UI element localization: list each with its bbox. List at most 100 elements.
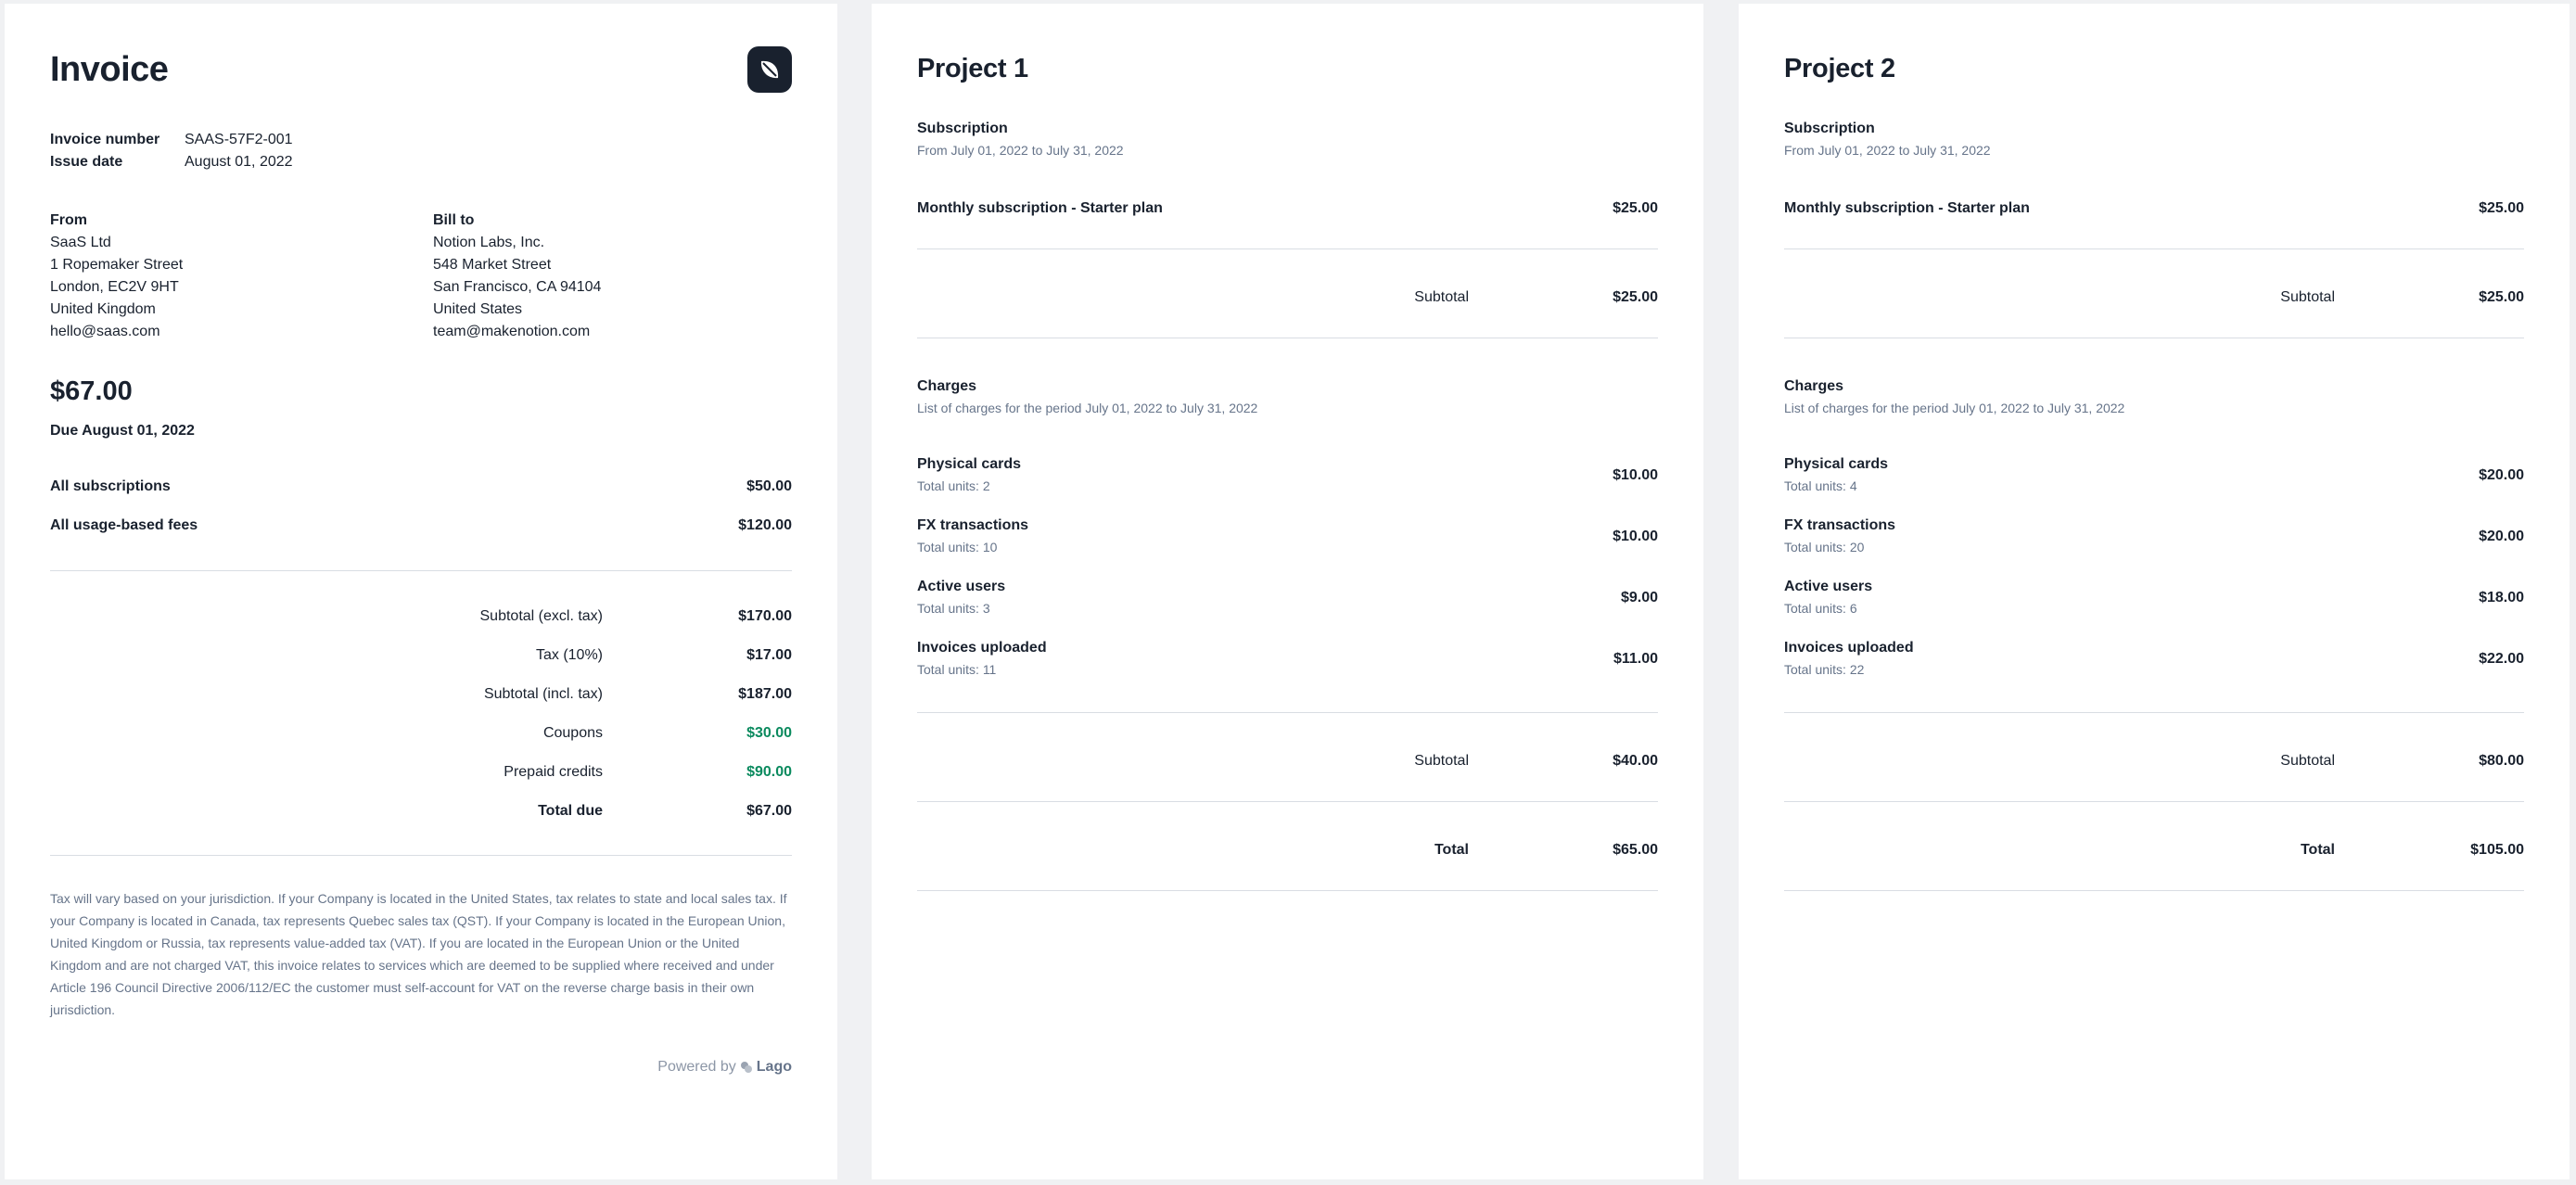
- subtotal-value: $40.00: [1613, 753, 1658, 769]
- divider: [1784, 712, 2524, 713]
- totals-value: $187.00: [738, 686, 792, 702]
- charge-name: Physical cards: [1784, 456, 1889, 472]
- charge-units: Total units: 4: [1784, 478, 1857, 493]
- subscription-item-label: Monthly subscription - Starter plan: [1784, 200, 2030, 216]
- powered-by: Powered by Lago: [657, 1059, 792, 1076]
- line-label: All subscriptions: [50, 478, 171, 494]
- subtotal-value: $25.00: [2479, 289, 2524, 305]
- charge-units: Total units: 10: [917, 540, 998, 554]
- divider: [917, 248, 1658, 249]
- leaf-icon: [760, 60, 779, 79]
- charge-amount: $20.00: [2479, 529, 2524, 544]
- invoice-title: Invoice: [50, 50, 169, 89]
- totals-label: Tax (10%): [535, 647, 603, 663]
- bill-to-line: Notion Labs, Inc.: [433, 235, 545, 250]
- subscription-title: Subscription: [917, 121, 1008, 136]
- tax-note: Tax will vary based on your jurisdiction…: [50, 891, 787, 1017]
- bill-to-line: 548 Market Street: [433, 257, 552, 273]
- project-page: Project 1 Subscription From July 01, 202…: [872, 4, 1703, 1179]
- charge-amount: $10.00: [1613, 467, 1658, 483]
- project-page: Project 2 Subscription From July 01, 202…: [1739, 4, 2570, 1179]
- charge-item: Active users Total units: 6 $18.00: [1784, 579, 2524, 619]
- charge-item: FX transactions Total units: 10 $10.00: [917, 517, 1658, 558]
- due-date: Due August 01, 2022: [50, 423, 195, 439]
- charge-amount: $18.00: [2479, 590, 2524, 605]
- subtotal-value: $80.00: [2479, 753, 2524, 769]
- charges-title: Charges: [1784, 378, 1844, 394]
- charge-units: Total units: 6: [1784, 601, 1857, 616]
- charge-name: FX transactions: [1784, 517, 1896, 533]
- total-label: Total: [1434, 842, 1469, 858]
- from-line: London, EC2V 9HT: [50, 279, 179, 295]
- charges-title: Charges: [917, 378, 977, 394]
- divider: [917, 890, 1658, 891]
- subscription-item-amount: $25.00: [2479, 200, 2524, 216]
- subscription-period: From July 01, 2022 to July 31, 2022: [917, 143, 1124, 158]
- from-line: SaaS Ltd: [50, 235, 111, 250]
- subtotal-label: Subtotal: [2280, 289, 2335, 305]
- subtotal-value: $25.00: [1613, 289, 1658, 305]
- divider: [1784, 890, 2524, 891]
- divider: [50, 570, 792, 571]
- divider: [1784, 801, 2524, 802]
- subscription-period: From July 01, 2022 to July 31, 2022: [1784, 143, 1991, 158]
- charge-name: FX transactions: [917, 517, 1029, 533]
- company-logo: [747, 46, 792, 93]
- charge-units: Total units: 11: [917, 662, 997, 677]
- bill-to-email: team@makenotion.com: [433, 324, 591, 339]
- line-value: $120.00: [738, 517, 792, 533]
- divider: [917, 712, 1658, 713]
- divider: [50, 855, 792, 856]
- from-line: 1 Ropemaker Street: [50, 257, 184, 273]
- charge-units: Total units: 22: [1784, 662, 1865, 677]
- charge-item: Physical cards Total units: 2 $10.00: [917, 456, 1658, 497]
- totals-label: Coupons: [542, 725, 603, 741]
- charge-item: FX transactions Total units: 20 $20.00: [1784, 517, 2524, 558]
- prepaid-credits-value: $90.00: [746, 764, 792, 780]
- charge-units: Total units: 20: [1784, 540, 1865, 554]
- totals-label: Prepaid credits: [504, 764, 603, 780]
- from-line: United Kingdom: [50, 301, 156, 317]
- charge-item: Invoices uploaded Total units: 11 $11.00: [917, 640, 1658, 681]
- totals-label: Subtotal (incl. tax): [483, 686, 603, 702]
- totals-label: Subtotal (excl. tax): [479, 608, 604, 624]
- bill-to-line: United States: [433, 301, 523, 317]
- invoice-number-label: Invoice number: [50, 132, 160, 147]
- charge-name: Invoices uploaded: [1784, 640, 1914, 656]
- bill-to-address: Bill to Notion Labs, Inc. 548 Market Str…: [433, 210, 601, 343]
- powered-by-label: Powered by: [657, 1059, 736, 1075]
- invoice-page: Invoice Invoice number SAAS-57F2-001 Iss…: [5, 4, 837, 1179]
- bill-to-line: San Francisco, CA 94104: [433, 279, 602, 295]
- total-value: $105.00: [2470, 842, 2524, 858]
- divider: [1784, 248, 2524, 249]
- charges-period: List of charges for the period July 01, …: [1784, 401, 2125, 415]
- charge-amount: $20.00: [2479, 467, 2524, 483]
- lago-brand: Lago: [756, 1059, 792, 1075]
- subscription-title: Subscription: [1784, 121, 1875, 136]
- totals-value: $170.00: [738, 608, 792, 624]
- charge-name: Active users: [917, 579, 1006, 594]
- total-label: Total: [2300, 842, 2335, 858]
- invoice-number-value: SAAS-57F2-001: [185, 132, 293, 147]
- charge-name: Invoices uploaded: [917, 640, 1047, 656]
- from-email: hello@saas.com: [50, 324, 160, 339]
- totals-value: $17.00: [746, 647, 792, 663]
- charge-amount: $9.00: [1620, 590, 1658, 605]
- line-value: $50.00: [746, 478, 792, 494]
- amount-due: $67.00: [50, 376, 133, 406]
- bill-to-header: Bill to: [433, 212, 475, 228]
- total-due-value: $67.00: [746, 803, 792, 819]
- subtotal-label: Subtotal: [2280, 753, 2335, 769]
- from-address: From SaaS Ltd 1 Ropemaker Street London,…: [50, 210, 183, 343]
- total-due-label: Total due: [538, 803, 603, 819]
- charge-amount: $22.00: [2479, 651, 2524, 667]
- charge-name: Physical cards: [917, 456, 1022, 472]
- charge-item: Active users Total units: 3 $9.00: [917, 579, 1658, 619]
- subscription-item-amount: $25.00: [1613, 200, 1658, 216]
- project-title: Project 1: [917, 54, 1028, 83]
- from-header: From: [50, 212, 87, 228]
- charge-item: Invoices uploaded Total units: 22 $22.00: [1784, 640, 2524, 681]
- lago-logo-icon: [740, 1062, 752, 1073]
- charge-name: Active users: [1784, 579, 1873, 594]
- coupons-value: $30.00: [746, 725, 792, 741]
